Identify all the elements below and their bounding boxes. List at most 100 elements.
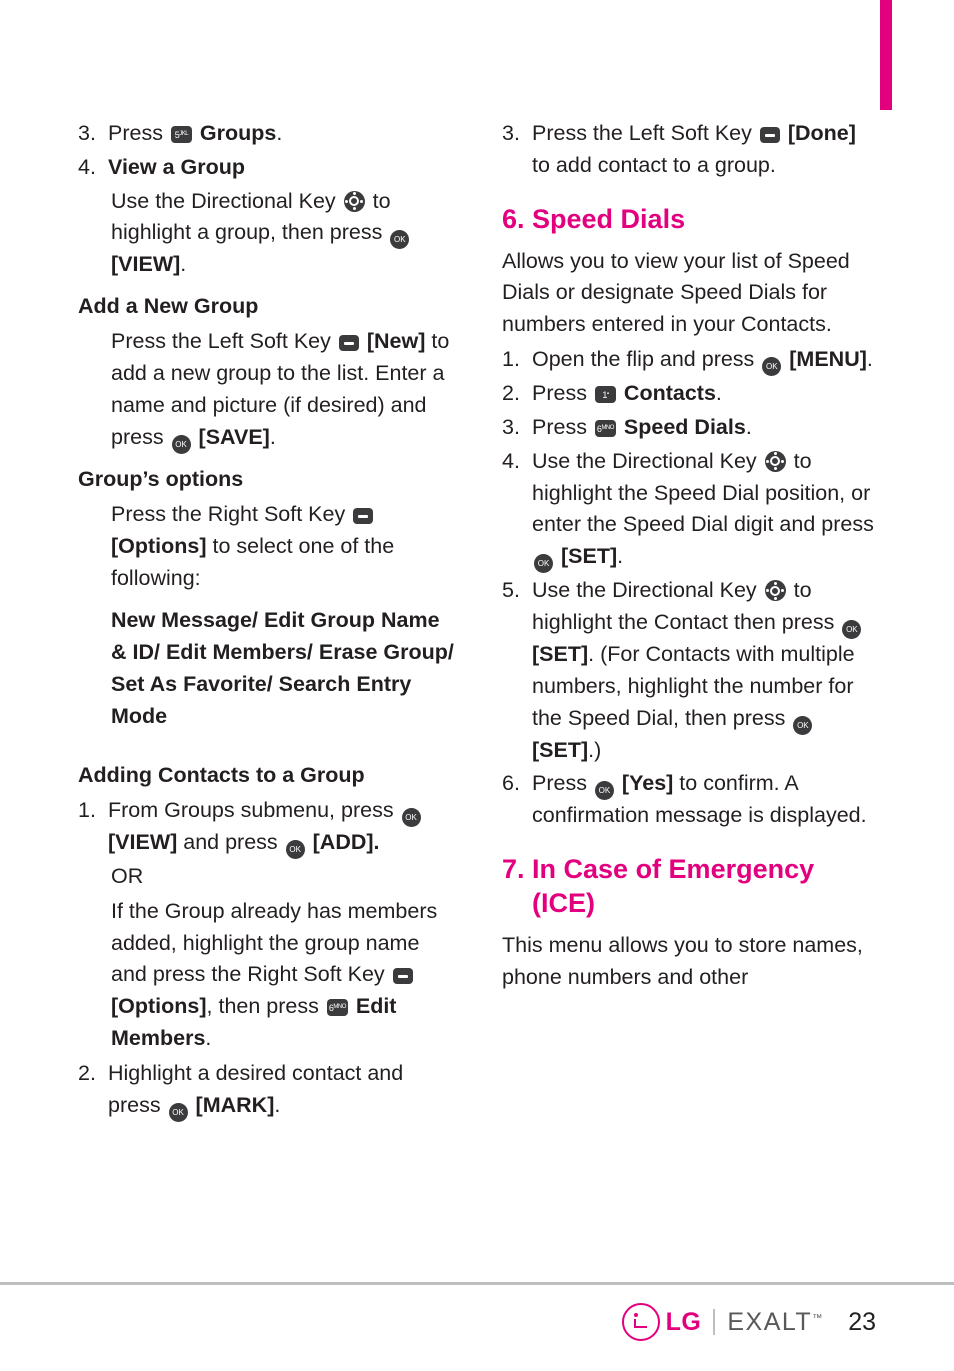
list-number: 2. bbox=[502, 381, 520, 406]
softkey-label-new: [New] bbox=[366, 329, 426, 354]
ok-key-icon: OK bbox=[171, 434, 191, 454]
list-number: 1. bbox=[502, 347, 520, 372]
softkey-label-done: [Done] bbox=[787, 121, 856, 145]
list-number: 3. bbox=[502, 121, 520, 145]
text: . bbox=[205, 1025, 212, 1050]
list-item: 2. Press 1▪ Contacts. bbox=[502, 378, 878, 410]
text: Use the Directional Key bbox=[532, 578, 763, 603]
ok-key-icon: OK bbox=[594, 781, 614, 801]
list-item: 1. Open the flip and press OK [MENU]. bbox=[502, 344, 878, 377]
list-item: 2. Highlight a desired contact and press… bbox=[78, 1058, 454, 1122]
options-list: New Message/ Edit Group Name & ID/ Edit … bbox=[111, 608, 454, 728]
list-number: 4. bbox=[78, 154, 96, 179]
softkey-label-set: [SET] bbox=[532, 737, 589, 762]
heading-groups-options: Group’s options bbox=[78, 466, 244, 491]
text: . bbox=[269, 424, 276, 449]
ok-key-icon: OK bbox=[401, 807, 421, 827]
softkey-label-menu: [MENU] bbox=[789, 347, 867, 372]
list-text: Press 5JKL Groups. bbox=[108, 118, 454, 150]
trademark-symbol: ™ bbox=[812, 1312, 823, 1324]
heading-adding-contacts-to-a-group: Adding Contacts to a Group bbox=[78, 762, 365, 787]
menu-label-groups: Groups bbox=[193, 121, 277, 145]
section-heading-speed-dials: 6. Speed Dials bbox=[502, 203, 686, 234]
softkey-label-view: [VIEW] bbox=[108, 829, 178, 854]
ok-key-icon: OK bbox=[762, 357, 782, 377]
text: . bbox=[715, 381, 722, 406]
list-item: 3. Press 6MNO Speed Dials. bbox=[502, 412, 878, 444]
speed-dials-intro: Allows you to view your list of Speed Di… bbox=[502, 248, 850, 337]
list-number: 3. bbox=[502, 414, 520, 439]
text: and press bbox=[177, 829, 284, 854]
list-number: 1. bbox=[78, 797, 96, 822]
menu-label-speed-dials: Speed Dials bbox=[623, 414, 746, 439]
text: .) bbox=[588, 737, 602, 762]
list-item: 3. Press 5JKL Groups. bbox=[78, 118, 454, 150]
text: . bbox=[180, 252, 187, 277]
list-text: Press 1▪ Contacts. bbox=[532, 378, 878, 410]
ok-key-icon: OK bbox=[534, 554, 553, 574]
list-text: Open the flip and press OK [MENU]. bbox=[532, 344, 878, 377]
text: From Groups submenu, press bbox=[108, 797, 400, 822]
or-instruction: If the Group already has members added, … bbox=[111, 896, 454, 1055]
ok-key-icon: OK bbox=[285, 839, 305, 859]
directional-key-icon bbox=[764, 450, 786, 472]
text: If the Group already has members added, … bbox=[111, 898, 438, 987]
text: Use the Directional Key bbox=[111, 188, 342, 213]
softkey-label-yes: [Yes] bbox=[621, 771, 674, 796]
menu-label-contacts: Contacts bbox=[623, 381, 716, 406]
right-column: 3. Press the Left Soft Key [Done] to add… bbox=[502, 118, 878, 1124]
step-text: Press bbox=[108, 121, 169, 145]
ice-heading-line2: (ICE) bbox=[532, 888, 595, 919]
page-footer: LG EXALT™ 23 bbox=[621, 1303, 876, 1341]
list-text: Highlight a desired contact and press OK… bbox=[108, 1058, 454, 1122]
list-number: 5. bbox=[502, 578, 520, 603]
list-number: 2. bbox=[78, 1060, 96, 1085]
list-item: 5. Use the Directional Key to highlight … bbox=[502, 575, 878, 766]
manual-page: 3. Press 5JKL Groups. 4. View a Group Us… bbox=[0, 0, 954, 1371]
softkey-label-set: [SET] bbox=[560, 544, 618, 569]
two-column-body: 3. Press 5JKL Groups. 4. View a Group Us… bbox=[78, 118, 878, 1124]
ice-heading-line1: 7. In Case of Emergency bbox=[502, 854, 815, 885]
list-item: 4. View a Group bbox=[78, 152, 454, 184]
lg-face-icon bbox=[621, 1303, 660, 1341]
page-corner-tab bbox=[880, 0, 892, 110]
right-soft-key-icon bbox=[353, 508, 374, 525]
left-column: 3. Press 5JKL Groups. 4. View a Group Us… bbox=[78, 118, 454, 1124]
ice-body-text: This menu allows you to store names, pho… bbox=[502, 933, 863, 990]
directional-key-icon bbox=[343, 190, 365, 212]
left-soft-key-icon bbox=[338, 335, 359, 352]
ok-key-icon: OK bbox=[168, 1102, 188, 1122]
ok-key-icon: OK bbox=[793, 715, 813, 735]
text: . bbox=[745, 414, 752, 439]
list-number: 6. bbox=[502, 771, 520, 796]
lg-wordmark: LG bbox=[665, 1307, 702, 1336]
text: Open the flip and press bbox=[532, 347, 761, 372]
softkey-label-view: [VIEW] bbox=[111, 252, 181, 277]
list-item: 4. Use the Directional Key to highlight … bbox=[502, 446, 878, 574]
list-text: From Groups submenu, press OK [VIEW] and… bbox=[108, 795, 454, 859]
softkey-label-add: [ADD] bbox=[312, 829, 374, 854]
period: . bbox=[276, 121, 283, 145]
directional-key-icon bbox=[764, 580, 786, 602]
product-name: EXALT™ bbox=[727, 1308, 822, 1337]
lg-logo: LG bbox=[621, 1303, 702, 1341]
page-number: 23 bbox=[848, 1307, 876, 1336]
list-number: 3. bbox=[78, 121, 96, 145]
list-text: Press the Left Soft Key [Done] to add co… bbox=[532, 118, 878, 182]
softkey-label-save: [SAVE] bbox=[198, 424, 270, 449]
key-6-icon: 6MNO bbox=[594, 419, 616, 437]
text: Press bbox=[532, 414, 593, 439]
text: Press bbox=[532, 771, 593, 796]
list-text: Press OK [Yes] to confirm. A confirmatio… bbox=[532, 768, 878, 832]
footer-separator bbox=[713, 1309, 716, 1335]
softkey-label-mark: [MARK] bbox=[195, 1092, 275, 1117]
key-6-icon: 6MNO bbox=[326, 999, 348, 1017]
text: . bbox=[274, 1092, 281, 1117]
right-soft-key-icon bbox=[392, 968, 413, 985]
ok-key-icon: OK bbox=[842, 619, 862, 639]
text: Use the Directional Key bbox=[532, 448, 763, 473]
subheading-view-a-group: View a Group bbox=[108, 154, 245, 179]
text: . bbox=[617, 544, 624, 569]
